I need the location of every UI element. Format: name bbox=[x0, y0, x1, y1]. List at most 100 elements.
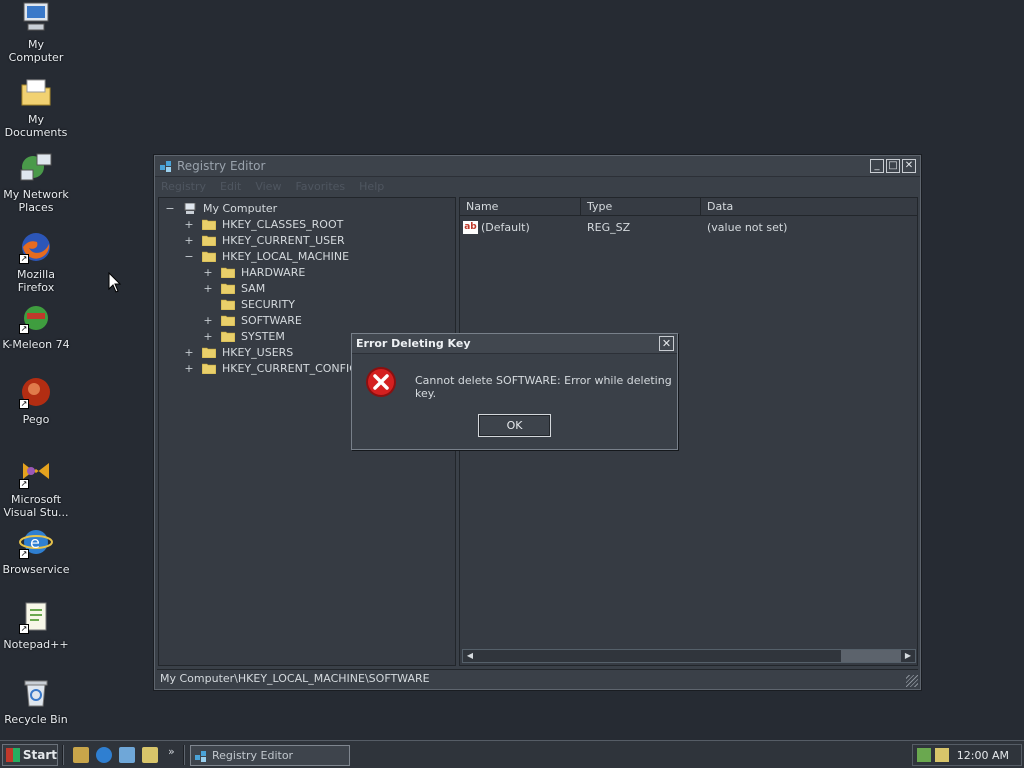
tree-node-label: HKEY_CURRENT_CONFIG bbox=[222, 361, 358, 375]
tree-node-label: HKEY_CLASSES_ROOT bbox=[222, 217, 344, 231]
desktop-icon-kmeleon[interactable]: ↗ K-Meleon 74 bbox=[0, 300, 72, 351]
tree-node[interactable]: + HKEY_CURRENT_USER bbox=[184, 232, 344, 248]
folder-icon bbox=[221, 331, 241, 342]
tree-node-label: SECURITY bbox=[241, 297, 295, 311]
ok-button[interactable]: OK bbox=[478, 414, 551, 437]
registry-app-icon bbox=[195, 750, 206, 762]
network-tray-icon[interactable] bbox=[917, 748, 931, 762]
dialog-close-button[interactable]: ✕ bbox=[659, 336, 674, 351]
menu-bar: Registry Edit View Favorites Help bbox=[155, 177, 920, 196]
desktop-icon-firefox[interactable]: ↗ Mozilla Firefox bbox=[0, 230, 72, 294]
column-type[interactable]: Type bbox=[581, 198, 701, 215]
clock[interactable]: 12:00 AM bbox=[957, 749, 1009, 762]
error-icon bbox=[366, 367, 396, 397]
network-places-icon bbox=[19, 150, 53, 184]
maximize-button[interactable]: □ bbox=[886, 159, 900, 173]
tree-node[interactable]: + HKEY_CLASSES_ROOT bbox=[184, 216, 343, 232]
menu-edit[interactable]: Edit bbox=[220, 180, 241, 193]
tray-app-icon[interactable] bbox=[935, 748, 949, 762]
close-button[interactable]: ✕ bbox=[902, 159, 916, 173]
quicklaunch-app-icon[interactable] bbox=[119, 747, 135, 763]
scroll-right-icon[interactable]: ▶ bbox=[901, 650, 915, 662]
tree-node[interactable]: + SAM bbox=[203, 280, 265, 296]
desktop-icon-visual-studio[interactable]: ↗ Microsoft Visual Stu... bbox=[0, 455, 72, 519]
shortcut-arrow-icon: ↗ bbox=[19, 399, 29, 409]
pego-icon: ↗ bbox=[19, 375, 53, 409]
tree-expander-icon[interactable]: + bbox=[184, 346, 194, 359]
scroll-track[interactable] bbox=[477, 650, 901, 662]
desktop-icon-label: Mozilla Firefox bbox=[17, 268, 55, 294]
quicklaunch-more-button[interactable]: » bbox=[168, 745, 175, 758]
column-data[interactable]: Data bbox=[701, 198, 917, 215]
start-button[interactable]: Start bbox=[2, 744, 58, 766]
tree-node[interactable]: − HKEY_LOCAL_MACHINE bbox=[184, 248, 349, 264]
shortcut-arrow-icon: ↗ bbox=[19, 549, 29, 559]
tree-node-label: HKEY_USERS bbox=[222, 345, 294, 359]
error-dialog: Error Deleting Key ✕ Cannot delete SOFTW… bbox=[351, 333, 678, 450]
internet-explorer-icon[interactable] bbox=[96, 747, 112, 763]
scroll-thumb[interactable] bbox=[841, 650, 901, 662]
taskbar-registry-editor-button[interactable]: Registry Editor bbox=[190, 745, 350, 766]
firefox-icon: ↗ bbox=[19, 230, 53, 264]
desktop-icon-recycle-bin[interactable]: Recycle Bin bbox=[0, 675, 72, 726]
folder-icon bbox=[221, 299, 241, 310]
desktop-icon-documents-folder[interactable]: My Documents bbox=[0, 75, 72, 139]
tree-node[interactable]: SECURITY bbox=[203, 296, 295, 312]
tree-node[interactable]: + SYSTEM bbox=[203, 328, 284, 344]
string-value-icon: ab bbox=[463, 220, 478, 234]
desktop-icon-label: My Network Places bbox=[3, 188, 69, 214]
folder-icon bbox=[221, 315, 241, 326]
dialog-titlebar[interactable]: Error Deleting Key ✕ bbox=[352, 334, 677, 354]
column-name[interactable]: Name bbox=[460, 198, 581, 215]
visual-studio-icon: ↗ bbox=[19, 455, 53, 489]
horizontal-scrollbar[interactable]: ◀ ▶ bbox=[462, 649, 916, 663]
tree-expander-icon[interactable]: + bbox=[203, 282, 213, 295]
tree-expander-icon[interactable]: + bbox=[184, 362, 194, 375]
scroll-left-icon[interactable]: ◀ bbox=[463, 650, 477, 662]
menu-view[interactable]: View bbox=[255, 180, 281, 193]
minimize-button[interactable]: _ bbox=[870, 159, 884, 173]
registry-titlebar[interactable]: Registry Editor _ □ ✕ bbox=[155, 156, 920, 177]
menu-favorites[interactable]: Favorites bbox=[295, 180, 345, 193]
tree-expander-icon[interactable]: − bbox=[165, 202, 175, 215]
desktop-icon-notepadpp[interactable]: ↗ Notepad++ bbox=[0, 600, 72, 651]
show-desktop-icon[interactable] bbox=[73, 747, 89, 763]
mouse-cursor-icon bbox=[108, 272, 122, 293]
tree-expander-icon[interactable]: + bbox=[184, 234, 194, 247]
notepadpp-icon: ↗ bbox=[19, 600, 53, 634]
shortcut-arrow-icon: ↗ bbox=[19, 324, 29, 334]
documents-folder-icon bbox=[19, 75, 53, 109]
desktop-icon-label: Pego bbox=[22, 413, 50, 426]
tree-node-label: My Computer bbox=[203, 201, 278, 215]
tree-node[interactable]: + SOFTWARE bbox=[203, 312, 302, 328]
tree-expander-icon[interactable]: + bbox=[203, 330, 213, 343]
tree-expander-icon[interactable]: + bbox=[203, 266, 213, 279]
value-row[interactable]: ab (Default) REG_SZ (value not set) bbox=[460, 218, 917, 236]
resize-grip-icon[interactable] bbox=[906, 675, 918, 687]
desktop-icon-computer[interactable]: My Computer bbox=[0, 0, 72, 64]
tree-node-label: SAM bbox=[241, 281, 266, 295]
tree-node[interactable]: + HKEY_USERS bbox=[184, 344, 293, 360]
desktop-icon-label: My Documents bbox=[4, 113, 68, 139]
kmeleon-icon: ↗ bbox=[19, 300, 53, 334]
tree-node[interactable]: + HARDWARE bbox=[203, 264, 305, 280]
tree-node[interactable]: + HKEY_CURRENT_CONFIG bbox=[184, 360, 358, 376]
status-bar: My Computer\HKEY_LOCAL_MACHINE\SOFTWARE bbox=[157, 669, 918, 687]
tree-expander-icon[interactable]: + bbox=[184, 218, 194, 231]
folder-icon bbox=[202, 251, 222, 262]
menu-registry[interactable]: Registry bbox=[161, 180, 206, 193]
tree-expander-icon[interactable]: − bbox=[184, 250, 194, 263]
desktop-icon-label: K-Meleon 74 bbox=[2, 338, 70, 351]
folder-icon bbox=[202, 347, 222, 358]
desktop-icon-internet-explorer[interactable]: e ↗ Browservice bbox=[0, 525, 72, 576]
tree-expander-icon[interactable]: + bbox=[203, 314, 213, 327]
folder-icon bbox=[221, 267, 241, 278]
system-tray: 12:00 AM bbox=[912, 744, 1022, 766]
tree-node[interactable]: − My Computer bbox=[165, 200, 277, 216]
shortcut-arrow-icon: ↗ bbox=[19, 479, 29, 489]
desktop-icon-pego[interactable]: ↗ Pego bbox=[0, 375, 72, 426]
list-header: Name Type Data bbox=[460, 198, 917, 216]
menu-help[interactable]: Help bbox=[359, 180, 384, 193]
search-icon[interactable] bbox=[142, 747, 158, 763]
desktop-icon-network-places[interactable]: My Network Places bbox=[0, 150, 72, 214]
